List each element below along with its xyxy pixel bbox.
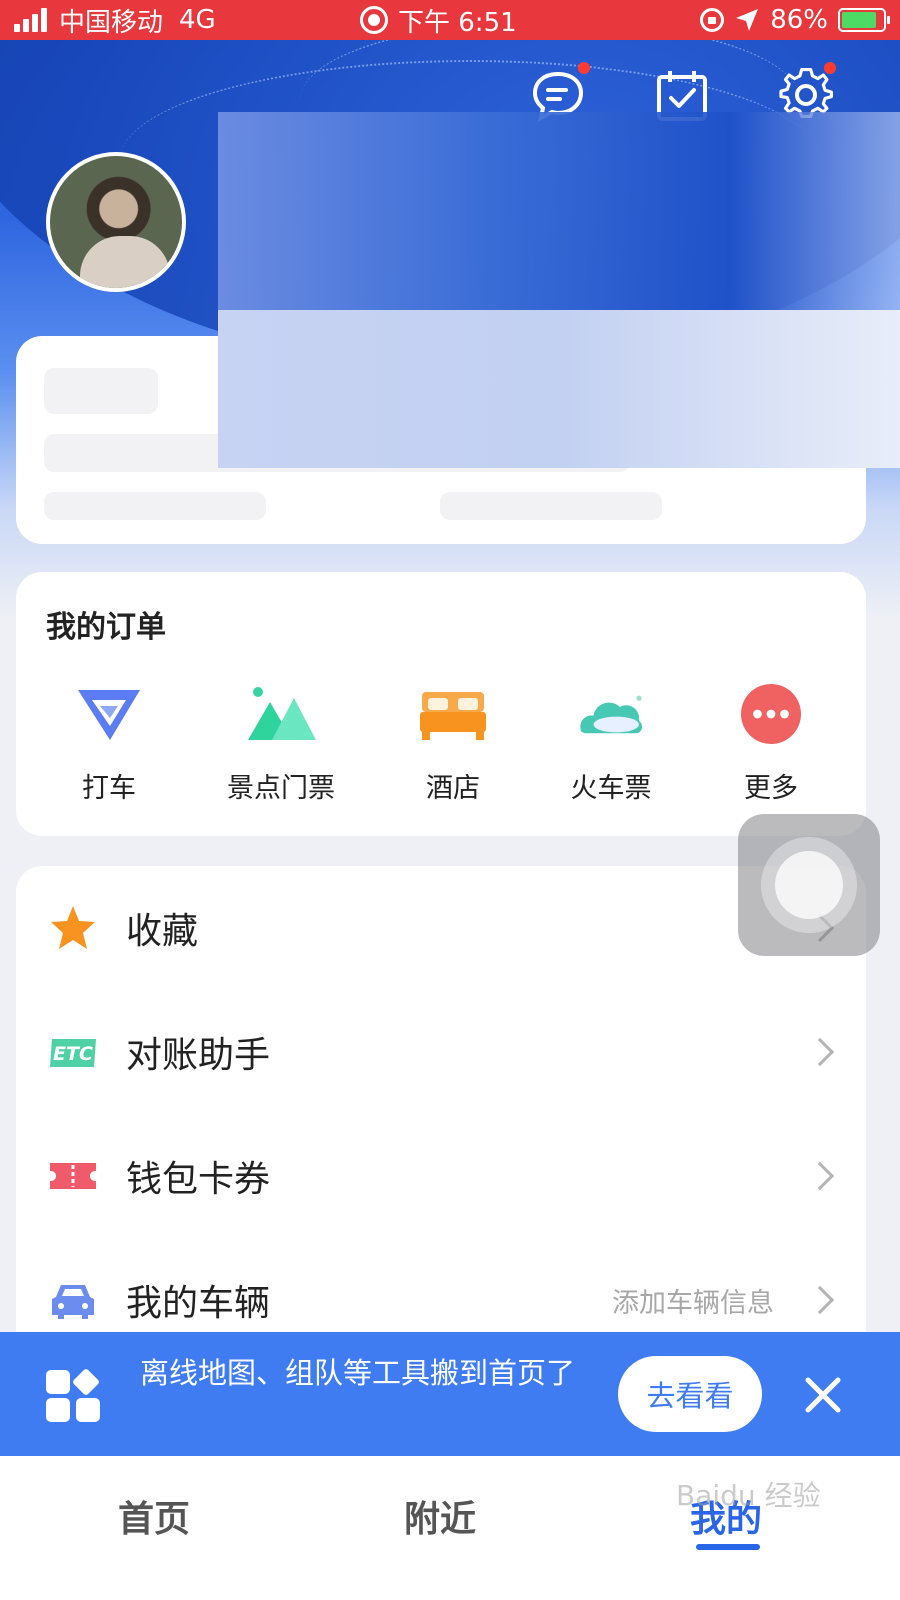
tab-home[interactable]: 首页 — [118, 1490, 190, 1542]
order-hotel[interactable]: 酒店 — [378, 684, 528, 805]
taxi-icon — [78, 690, 140, 740]
order-train-ticket[interactable]: 火车票 — [536, 684, 686, 805]
chevron-right-icon — [805, 1285, 835, 1315]
baidu-jingyan-watermark: Baidu 经验 — [676, 1479, 821, 1512]
my-orders-card: 我的订单 打车 景点门票 酒店 火车票 更多 — [16, 572, 866, 836]
signal-icon — [14, 8, 47, 32]
menu-item-label: 钱包卡券 — [126, 1159, 271, 1200]
orders-title: 我的订单 — [46, 610, 166, 645]
order-scenic-ticket[interactable]: 景点门票 — [206, 684, 356, 805]
apps-grid-icon — [46, 1369, 100, 1422]
menu-item-label: 我的车辆 — [126, 1283, 271, 1324]
avatar[interactable] — [46, 152, 186, 292]
menu-list-card: 收藏 ETC 对账助手 钱包卡券 我的车辆 添加车辆信息 — [16, 866, 866, 1386]
car-icon — [52, 1285, 94, 1319]
banner-message: 离线地图、组队等工具搬到首页了 — [140, 1356, 576, 1390]
skeleton-placeholder — [44, 368, 158, 414]
ticket-icon — [50, 1163, 96, 1189]
menu-item-reconciliation[interactable]: ETC 对账助手 — [16, 990, 866, 1114]
blurred-user-info — [218, 310, 900, 468]
status-bar: 中国移动 4G 下午 6:51 86% — [0, 0, 900, 40]
train-icon — [580, 695, 643, 734]
mountain-ticket-icon — [248, 687, 316, 740]
screen-record-icon — [360, 6, 388, 34]
order-more[interactable]: 更多 — [696, 684, 846, 805]
add-vehicle-hint: 添加车辆信息 — [612, 1287, 774, 1319]
chevron-right-icon — [805, 1161, 835, 1191]
order-taxi[interactable]: 打车 — [34, 684, 184, 805]
bed-icon — [420, 692, 486, 740]
skeleton-placeholder — [440, 492, 662, 520]
skeleton-placeholder — [44, 492, 266, 520]
battery-percent: 86% — [770, 5, 828, 35]
tools-moved-banner: 离线地图、组队等工具搬到首页了 去看看 — [0, 1332, 900, 1456]
carrier-name: 中国移动 — [59, 7, 164, 38]
location-arrow-icon — [736, 9, 759, 31]
battery-icon — [838, 8, 890, 32]
close-icon[interactable] — [800, 1372, 846, 1418]
tab-nearby[interactable]: 附近 — [404, 1490, 476, 1542]
network-type: 4G — [179, 5, 216, 35]
message-badge — [578, 62, 590, 74]
go-see-button[interactable]: 去看看 — [618, 1356, 762, 1432]
menu-item-label: 对账助手 — [126, 1035, 271, 1076]
battery-level — [842, 12, 877, 28]
orientation-lock-icon — [700, 8, 725, 32]
menu-item-wallet-coupons[interactable]: 钱包卡券 — [16, 1114, 866, 1238]
menu-item-label: 收藏 — [126, 911, 199, 952]
star-icon — [51, 906, 95, 949]
settings-badge — [824, 62, 836, 74]
active-tab-indicator — [696, 1544, 760, 1550]
etc-icon: ETC — [50, 1039, 96, 1067]
svg-text:ETC: ETC — [53, 1043, 93, 1065]
more-icon — [741, 684, 801, 744]
status-time: 下午 6:51 — [398, 7, 517, 38]
chevron-right-icon — [805, 1037, 835, 1067]
assistive-touch-button[interactable] — [738, 814, 880, 956]
